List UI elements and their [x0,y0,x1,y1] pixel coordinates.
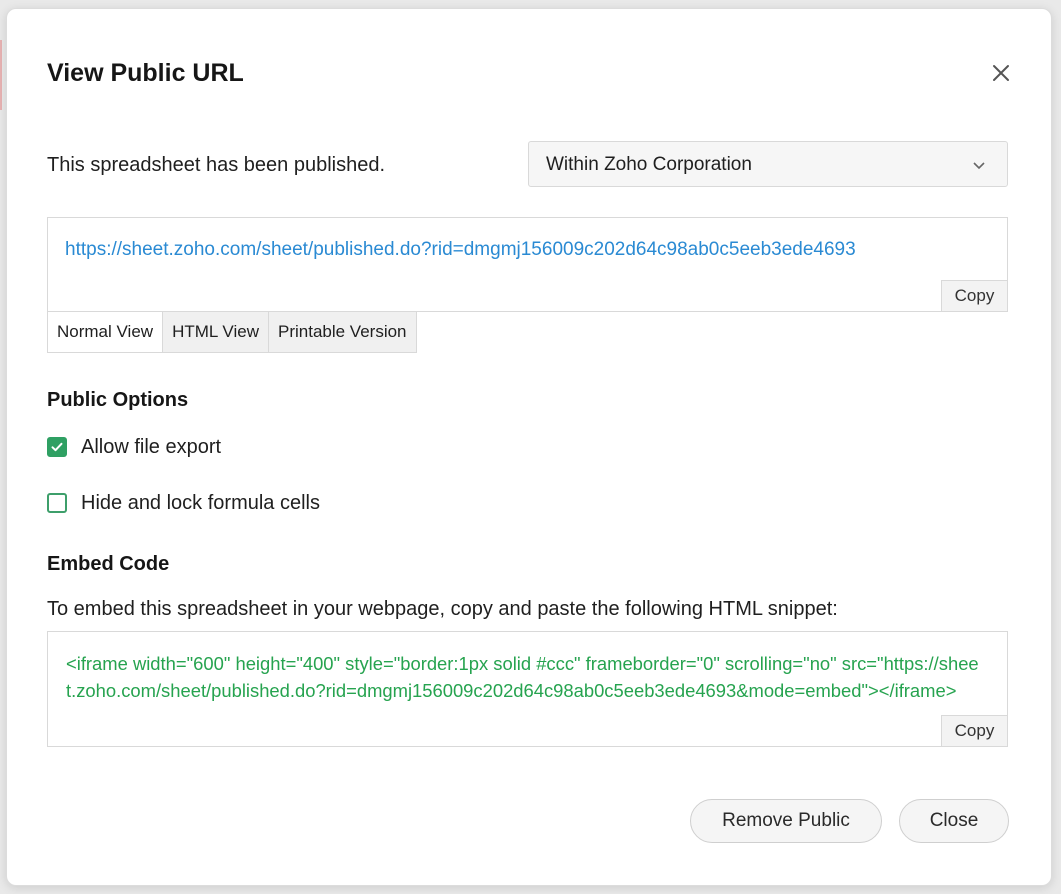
allow-file-export-option[interactable]: Allow file export [47,433,221,461]
copy-url-button[interactable]: Copy [941,280,1007,311]
dialog-title: View Public URL [47,59,244,87]
backdrop-edge [0,40,2,110]
public-url-box: https://sheet.zoho.com/sheet/published.d… [47,217,1008,312]
view-mode-tabs: Normal View HTML View Printable Version [47,312,417,353]
close-button[interactable]: Close [899,799,1009,843]
publish-scope-dropdown[interactable]: Within Zoho Corporation [528,141,1008,187]
hide-lock-formula-option[interactable]: Hide and lock formula cells [47,489,320,517]
checkmark-icon [51,442,63,452]
embed-description: To embed this spreadsheet in your webpag… [47,598,838,620]
close-icon[interactable] [988,60,1014,86]
embed-code-text[interactable]: <iframe width="600" height="400" style="… [66,650,986,704]
published-status-text: This spreadsheet has been published. [47,154,386,176]
allow-file-export-label: Allow file export [81,435,222,458]
embed-code-box: <iframe width="600" height="400" style="… [47,631,1008,747]
allow-file-export-checkbox[interactable] [47,437,67,457]
tab-normal-view[interactable]: Normal View [48,312,163,352]
copy-embed-button[interactable]: Copy [941,715,1007,746]
public-options-heading: Public Options [47,389,189,411]
hide-lock-formula-label: Hide and lock formula cells [81,491,320,514]
chevron-down-icon [971,157,987,173]
hide-lock-formula-checkbox[interactable] [47,493,67,513]
tab-printable-version[interactable]: Printable Version [267,312,416,352]
view-public-url-dialog: View Public URL This spreadsheet has bee… [6,8,1052,886]
embed-code-heading: Embed Code [47,553,170,575]
tab-html-view[interactable]: HTML View [162,312,268,352]
remove-public-button[interactable]: Remove Public [690,799,882,843]
publish-scope-value: Within Zoho Corporation [546,154,752,175]
public-url-link[interactable]: https://sheet.zoho.com/sheet/published.d… [65,239,856,261]
